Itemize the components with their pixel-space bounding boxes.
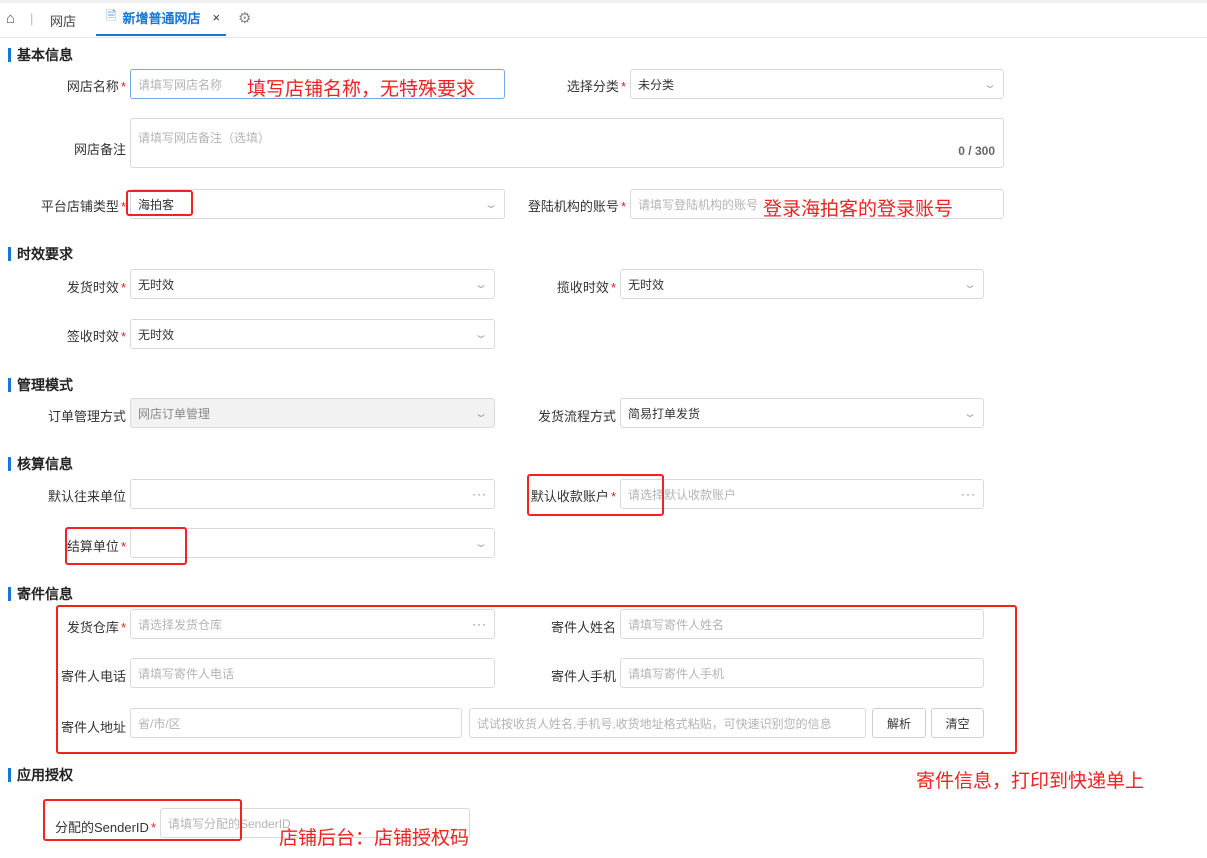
required-mark: * (620, 199, 626, 214)
login-account-label-text: 登陆机构的账号 (527, 199, 619, 214)
ellipsis-icon[interactable]: ··· (961, 487, 976, 501)
chevron-down-icon: ⌄ (473, 407, 489, 420)
category-label-text: 选择分类 (566, 79, 619, 94)
default-account-placeholder: 请选择默认收款账户 (628, 487, 737, 502)
remark-label: 网店备注 (73, 142, 126, 157)
remark-counter: 0 / 300 (958, 144, 995, 158)
shop-name-label-text: 网店名称 (66, 79, 119, 94)
annotation-box-default-account (527, 474, 664, 516)
platform-type-label: 平台店铺类型 * (20, 196, 126, 215)
chevron-down-icon: ⌄ (982, 78, 998, 91)
default-partner-label: 默认往来单位 (47, 489, 126, 504)
close-icon[interactable]: × (212, 10, 220, 25)
remark-textarea[interactable]: 请填写网店备注（选填） 0 / 300 (130, 118, 1004, 168)
category-value: 未分类 (638, 77, 675, 92)
required-mark: * (610, 280, 616, 295)
required-mark: * (120, 79, 126, 94)
pickup-time-select[interactable]: 无时效 ⌄ (620, 269, 984, 299)
tab-separator: | (30, 11, 34, 26)
home-icon[interactable]: ⌂ (6, 10, 15, 27)
required-mark: * (620, 79, 626, 94)
ship-time-label: 发货时效 * (40, 277, 126, 296)
section-basic-info: 基本信息 (8, 45, 73, 65)
order-mode-label: 订单管理方式 (47, 409, 126, 424)
chevron-down-icon: ⌄ (473, 328, 489, 341)
annotation-sender: 寄件信息，打印到快递单上 (916, 771, 1145, 792)
ship-time-select[interactable]: 无时效 ⌄ (130, 269, 495, 299)
annotation-box-sender-info (56, 605, 1017, 754)
sign-time-label: 签收时效 * (40, 326, 126, 345)
chevron-down-icon: ⌄ (483, 198, 499, 211)
sign-time-value: 无时效 (138, 327, 175, 342)
chevron-down-icon: ⌄ (473, 278, 489, 291)
category-select[interactable]: 未分类 ⌄ (630, 69, 1004, 99)
pickup-time-value: 无时效 (628, 277, 665, 292)
chevron-down-icon: ⌄ (473, 537, 489, 550)
pickup-time-label: 揽收时效 * (530, 277, 616, 296)
tab-shop[interactable]: 网店 (50, 11, 76, 30)
section-sender: 寄件信息 (8, 584, 73, 604)
platform-type-label-text: 平台店铺类型 (40, 199, 119, 214)
file-icon: 🗎 (106, 7, 117, 23)
annotation-shop-name: 填写店铺名称，无特殊要求 (247, 79, 476, 100)
sign-time-label-text: 签收时效 (66, 329, 119, 344)
default-account-picker[interactable]: 请选择默认收款账户 ··· (620, 479, 984, 509)
tab-new-shop[interactable]: 🗎 新增普通网店 × (96, 0, 232, 35)
annotation-box-platform-type (126, 190, 193, 216)
section-timeliness: 时效要求 (8, 244, 73, 264)
annotation-auth: 店铺后台：店铺授权码 (279, 828, 470, 849)
pickup-time-label-text: 揽收时效 (556, 280, 609, 295)
section-auth: 应用授权 (8, 765, 73, 785)
shop-name-label: 网店名称 * (40, 76, 126, 95)
login-account-label: 登陆机构的账号 * (510, 196, 626, 215)
gear-icon[interactable]: ⚙ (238, 9, 251, 27)
active-tab-indicator (96, 34, 226, 36)
remark-placeholder: 请填写网店备注（选填） (138, 131, 271, 145)
ship-time-label-text: 发货时效 (66, 280, 119, 295)
sign-time-select[interactable]: 无时效 ⌄ (130, 319, 495, 349)
ellipsis-icon[interactable]: ··· (472, 487, 487, 501)
default-partner-picker[interactable]: ··· (130, 479, 495, 509)
order-mode-value: 网店订单管理 (138, 406, 211, 421)
tab-new-shop-label: 新增普通网店 (122, 11, 201, 26)
category-label: 选择分类 * (530, 76, 626, 95)
chevron-down-icon: ⌄ (962, 407, 978, 420)
ship-flow-label: 发货流程方式 (537, 409, 616, 424)
order-mode-select: 网店订单管理 ⌄ (130, 398, 495, 428)
annotation-login: 登录海拍客的登录账号 (763, 199, 954, 220)
ship-flow-value: 简易打单发货 (628, 406, 701, 421)
required-mark: * (120, 280, 126, 295)
chevron-down-icon: ⌄ (962, 278, 978, 291)
section-management: 管理模式 (8, 375, 73, 395)
section-accounting: 核算信息 (8, 454, 73, 474)
annotation-box-sender-id (43, 799, 242, 841)
ship-flow-select[interactable]: 简易打单发货 ⌄ (620, 398, 984, 428)
annotation-box-settle-unit (65, 527, 187, 565)
required-mark: * (120, 329, 126, 344)
ship-time-value: 无时效 (138, 277, 175, 292)
